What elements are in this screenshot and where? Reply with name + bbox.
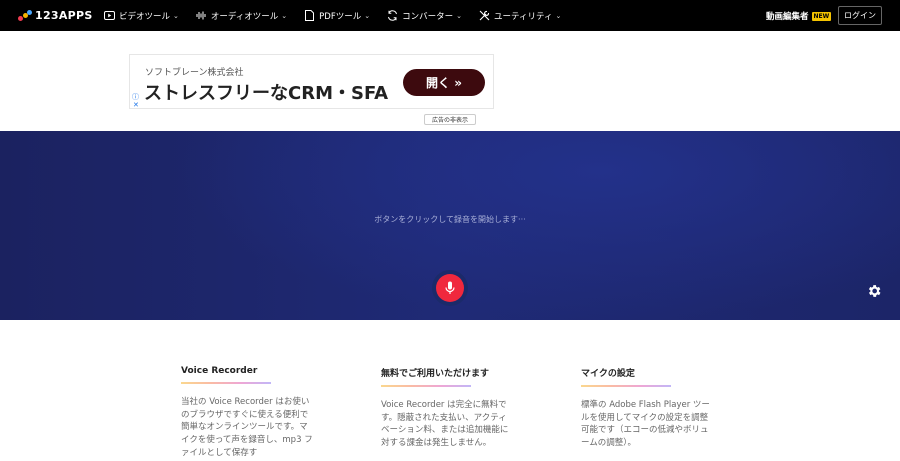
login-button[interactable]: ログイン xyxy=(838,6,882,25)
menu-converters[interactable]: コンバーター ⌄ xyxy=(387,10,462,22)
record-button[interactable] xyxy=(432,270,468,306)
logo-dots-icon xyxy=(18,9,32,22)
audio-wave-icon xyxy=(196,10,207,21)
chevron-down-icon: ⌄ xyxy=(173,11,179,20)
recorder-panel: ボタンをクリックして録音を開始します··· xyxy=(0,131,900,320)
ad-close-icon[interactable]: ✕ xyxy=(133,101,139,109)
menu-label: ビデオツール xyxy=(119,11,171,22)
top-nav: 123APPS ビデオツール ⌄ オーディオツール ⌄ PDFツール ⌄ コンバ… xyxy=(0,0,900,31)
logo[interactable]: 123APPS xyxy=(18,9,93,22)
chevron-down-icon: ⌄ xyxy=(364,11,371,20)
menu-audio-tools[interactable]: オーディオツール ⌄ xyxy=(196,10,287,22)
ad-banner[interactable]: ソフトブレーン株式会社 ストレスフリーなCRM・SFA 開く » ⓘ ✕ xyxy=(129,54,494,109)
menu-utilities[interactable]: ユーティリティ ⌄ xyxy=(479,10,561,22)
gear-icon[interactable] xyxy=(866,283,882,299)
info-title: 無料でご利用いただけます xyxy=(381,369,490,379)
convert-icon xyxy=(387,10,398,21)
menu-pdf-tools[interactable]: PDFツール ⌄ xyxy=(304,10,370,22)
ad-open-button[interactable]: 開く » xyxy=(403,69,485,96)
title-underline xyxy=(581,385,671,387)
new-badge: NEW xyxy=(811,11,832,21)
chevron-down-icon: ⌄ xyxy=(456,11,462,20)
ad-company: ソフトブレーン株式会社 xyxy=(145,68,244,78)
video-icon xyxy=(104,10,115,21)
promo-label: 動画編集者 xyxy=(766,12,809,22)
menu-video-tools[interactable]: ビデオツール ⌄ xyxy=(104,10,179,22)
menu-label: ユーティリティ xyxy=(494,11,553,22)
info-title: Voice Recorder xyxy=(181,366,258,376)
chevron-down-icon: ⌄ xyxy=(555,11,562,20)
tools-icon xyxy=(479,10,490,21)
info-body: 当社の Voice Recorder はお使いのブラウザですぐに使える便利で簡単… xyxy=(181,397,313,458)
menu-label: オーディオツール xyxy=(210,11,279,22)
info-column-mic-settings: マイクの設定 標準の Adobe Flash Player ツールを使用してマイ… xyxy=(581,366,713,450)
menu-label: コンバーター xyxy=(402,11,454,22)
main-menu: ビデオツール ⌄ オーディオツール ⌄ PDFツール ⌄ コンバーター ⌄ ユー… xyxy=(104,0,578,31)
title-underline xyxy=(381,385,471,387)
chevron-down-icon: ⌄ xyxy=(281,11,288,20)
record-button-inner xyxy=(436,274,464,302)
info-body: 標準の Adobe Flash Player ツールを使用してマイクの設定を調整… xyxy=(581,400,710,449)
info-title: マイクの設定 xyxy=(581,369,635,379)
menu-label: PDFツール xyxy=(319,11,362,22)
hide-ad-button[interactable]: 広告の非表示 xyxy=(424,114,476,125)
microphone-icon xyxy=(445,281,455,294)
title-underline xyxy=(181,382,271,384)
pdf-icon xyxy=(304,10,315,21)
info-column-free: 無料でご利用いただけます Voice Recorder は完全に無料です。隠蔽さ… xyxy=(381,366,513,450)
video-editor-link[interactable]: 動画編集者 NEW xyxy=(766,10,832,22)
info-body: Voice Recorder は完全に無料です。隠蔽された支払い、アクティベーシ… xyxy=(381,400,509,449)
info-column-voice-recorder: Voice Recorder 当社の Voice Recorder はお使いのブ… xyxy=(181,366,313,460)
ad-headline[interactable]: ストレスフリーなCRM・SFA xyxy=(144,79,388,105)
logo-text: 123APPS xyxy=(35,9,93,22)
recorder-hint: ボタンをクリックして録音を開始します··· xyxy=(374,215,526,224)
